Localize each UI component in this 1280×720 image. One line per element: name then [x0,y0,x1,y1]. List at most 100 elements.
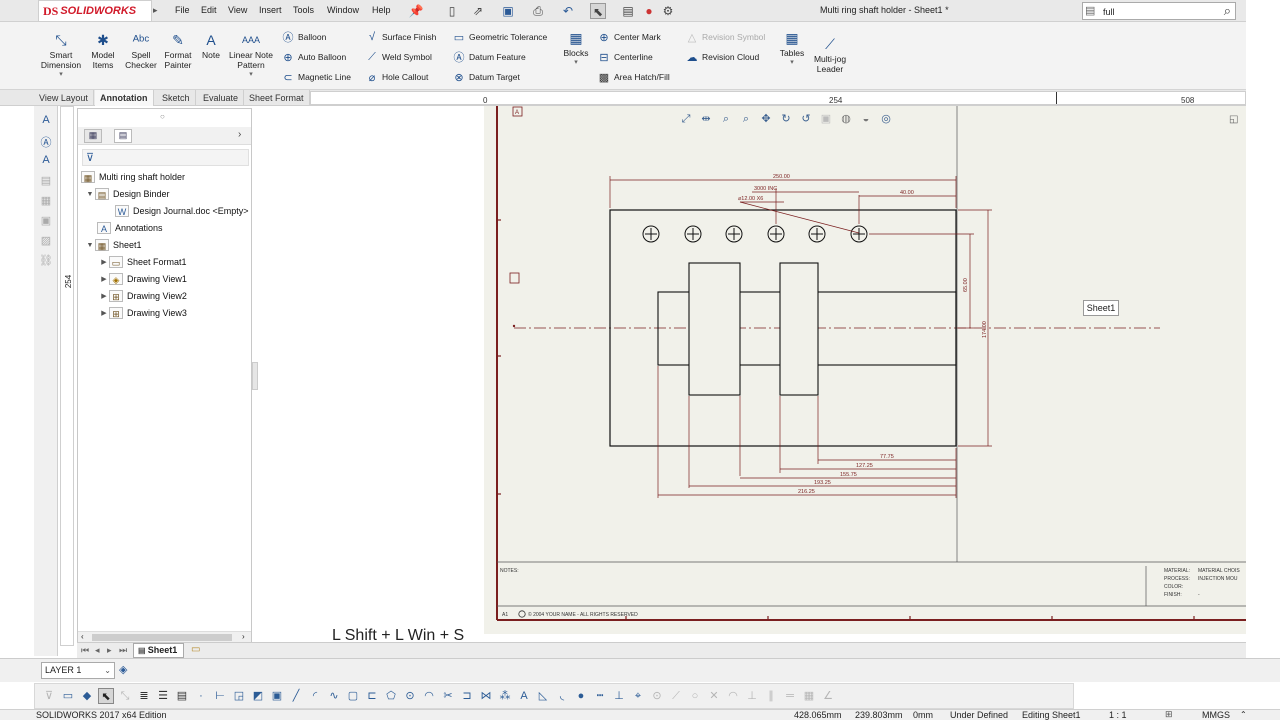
next-sheet-icon[interactable]: ▸ [107,645,112,656]
snap-angle-icon[interactable]: ∠ [820,688,836,704]
fill-icon[interactable]: ◆ [79,688,95,704]
pin-icon[interactable]: 📌 [408,3,424,19]
property-tab-icon[interactable]: ▤ [114,129,132,143]
menu-file[interactable]: File [175,5,190,15]
datum-target-button[interactable]: ⊗ Datum Target [452,70,547,84]
dim-d3[interactable]: 155.75 [840,472,857,478]
undo-icon[interactable]: ↶ [560,3,576,19]
first-sheet-icon[interactable]: ⏮ [81,645,89,656]
surface-finish-button[interactable]: √ Surface Finish [365,30,436,44]
display-style-icon[interactable]: ◍ [838,111,854,127]
expand-toggle-icon[interactable]: ▶ [99,309,109,317]
tree-node-drawing-view3[interactable]: ▶ ⊞ Drawing View3 [81,305,249,321]
ring-2[interactable] [779,262,819,396]
sheet-tab-sheet1[interactable]: ▤ Sheet1 [133,643,185,658]
magnetic-line-button[interactable]: ⊂ Magnetic Line [281,70,351,84]
drawing-sheet[interactable]: A 250.00 3000 INC 40.00 ⌀12.00 X6 65.00 … [484,106,1246,634]
section-view-icon[interactable]: ▣ [818,111,834,127]
line-color-icon[interactable]: ▭ [60,688,76,704]
dim-edge-offset[interactable]: 40.00 [900,190,914,196]
zoom-select-icon[interactable]: ⤡ [117,688,133,704]
dim-hole-callout[interactable]: ⌀12.00 X6 [738,196,763,202]
expand-toggle-icon[interactable]: ▶ [99,275,109,283]
hide-edge-icon[interactable]: ▤ [174,688,190,704]
select-arrow-icon[interactable]: ⬉ [590,3,606,19]
snap-circle-icon[interactable]: ○ [687,688,703,704]
tab-sketch[interactable]: Sketch [157,90,196,106]
chevron-down-icon[interactable]: ▾ [778,58,806,68]
scroll-left-icon[interactable]: ‹ [81,632,84,641]
linear-note-pattern-button[interactable]: AAA Linear Note Pattern ▾ [226,32,276,80]
pan-icon[interactable]: ✥ [758,111,774,127]
rotate-icon[interactable]: ↻ [778,111,794,127]
prev-sheet-icon[interactable]: ◂ [95,645,100,656]
zoom-icon[interactable]: ⌕ [718,111,734,127]
relations-icon[interactable]: ⊥ [611,688,627,704]
logo-arrow-icon[interactable]: ▸ [153,5,158,16]
slot-tool-icon[interactable]: ⊏ [364,688,380,704]
snap-perp-icon[interactable]: ⊥ [744,688,760,704]
dim-d4[interactable]: 193.25 [814,480,831,486]
restore-view-icon[interactable]: ◱ [1229,114,1238,125]
tree-node-root[interactable]: ▦ Multi ring shaft holder [81,169,249,185]
tree-node-sheet1[interactable]: ▼ ▦ Sheet1 [81,237,249,253]
dim-hole-spacing[interactable]: 3000 INC [754,186,777,192]
layer-strip-icon[interactable]: ▣ [38,214,54,230]
offset-tool-icon[interactable]: ⊐ [459,688,475,704]
dim-height-inner[interactable]: 65.00 [963,278,969,292]
chevron-down-icon[interactable]: ▾ [38,70,84,80]
tab-sheet-format[interactable]: Sheet Format [244,90,310,106]
menu-help[interactable]: Help [372,5,391,15]
centerline-tool-icon[interactable]: ┅ [592,688,608,704]
menu-insert[interactable]: Insert [259,5,282,15]
tree-node-drawing-view1[interactable]: ▶ ◈ Drawing View1 [81,271,249,287]
trim-tool-icon[interactable]: ✂ [440,688,456,704]
sheet-scale[interactable]: 1 : 1 [1109,710,1127,720]
view-settings-icon[interactable]: ◎ [878,111,894,127]
arc-tool-icon[interactable]: ◜ [307,688,323,704]
polygon-tool-icon[interactable]: ⬠ [383,688,399,704]
block-strip-icon[interactable]: ▨ [38,234,54,250]
traffic-light-icon[interactable]: ● [641,3,657,19]
scroll-right-icon[interactable]: › [242,632,245,641]
menu-view[interactable]: View [228,5,247,15]
snap-icon[interactable]: ⊙ [649,688,665,704]
dim-overall-width[interactable]: 250.00 [773,174,790,180]
unit-system[interactable]: MMGS [1202,710,1230,720]
panel-splitter-handle[interactable] [252,362,258,390]
repair-icon[interactable]: ⌖ [630,688,646,704]
zoom-area-icon[interactable]: ⇹ [698,111,714,127]
new-document-icon[interactable]: ▯ [444,3,460,19]
note-strip-icon[interactable]: A [38,114,54,130]
snap-line-icon[interactable]: ⟋ [668,688,684,704]
solidworks-logo[interactable]: DS SOLIDWORKS [38,0,152,22]
expand-toggle-icon[interactable]: ▼ [85,242,95,249]
line-tool-icon[interactable]: ╱ [288,688,304,704]
shape-tool-icon[interactable]: ◩ [250,688,266,704]
tab-view-layout[interactable]: View Layout [34,90,94,106]
search-icon[interactable]: ⌕ [1224,3,1231,19]
tree-node-design-binder[interactable]: ▼ ▤ Design Binder [81,186,249,202]
dim-d2[interactable]: 127.25 [856,463,873,469]
spline-tool-icon[interactable]: ∿ [326,688,342,704]
snap-horizontal-icon[interactable]: ═ [782,688,798,704]
filter-tool-icon[interactable]: ⊽ [41,688,57,704]
tree-node-annotations[interactable]: A Annotations [81,220,249,236]
chevron-down-icon[interactable]: ▾ [560,58,592,68]
dim-d5[interactable]: 216.25 [798,489,815,495]
cube-tool-icon[interactable]: ▣ [269,688,285,704]
expand-toggle-icon[interactable]: ▶ [99,292,109,300]
print-icon[interactable]: ⎙ [530,3,546,19]
chevron-right-icon[interactable]: › [238,129,241,140]
pattern-tool-icon[interactable]: ⁂ [497,688,513,704]
text-strip-icon[interactable]: A [38,154,54,170]
tab-evaluate[interactable]: Evaluate [198,90,245,106]
geometric-tolerance-button[interactable]: ▭ Geometric Tolerance [452,30,547,44]
text-tool-icon[interactable]: A [516,688,532,704]
hole-pattern[interactable] [642,225,868,243]
area-hatch-button[interactable]: ▩ Area Hatch/Fill [597,70,670,84]
tree-filter-field[interactable]: ⊽ [82,149,249,166]
note-button[interactable]: A Note [199,32,223,60]
last-sheet-icon[interactable]: ⏭ [119,645,127,656]
zoom-in-icon[interactable]: ⌕ [738,111,754,127]
